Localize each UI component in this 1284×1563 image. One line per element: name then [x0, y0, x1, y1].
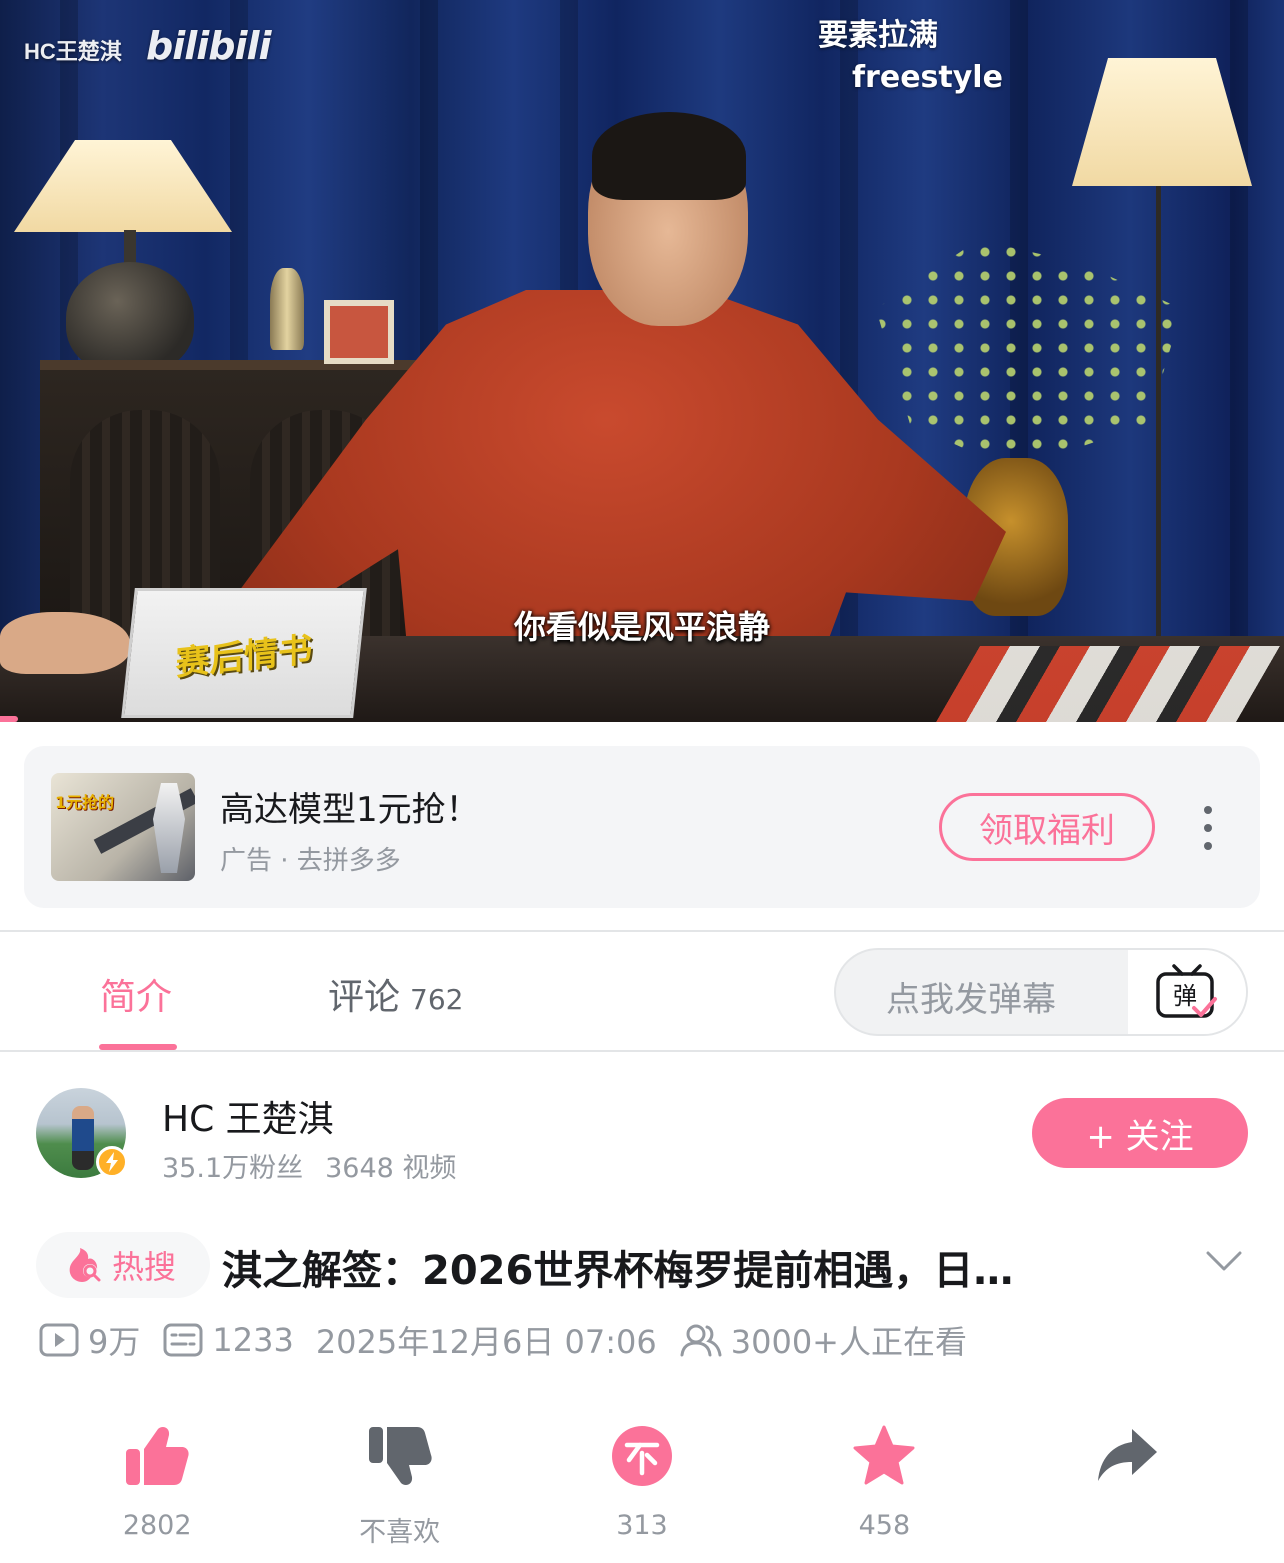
thumbs-up-icon — [126, 1427, 189, 1485]
hot-search-tag[interactable]: 热搜 — [36, 1232, 210, 1298]
dot — [1204, 806, 1212, 814]
like-button[interactable]: 2802 — [36, 1420, 278, 1550]
dislike-button[interactable]: 不喜欢 — [278, 1420, 520, 1550]
video-title[interactable]: 淇之解签：2026世界杯梅罗提前相遇，日… — [222, 1238, 1182, 1296]
uploader-name[interactable]: HC 王楚淇 — [162, 1090, 334, 1142]
picture-frame — [324, 300, 394, 364]
presenter-hair — [592, 112, 746, 200]
share-button[interactable] — [1006, 1420, 1248, 1550]
video-count: 3648 视频 — [325, 1153, 457, 1184]
coin-count: 313 — [616, 1510, 668, 1541]
ad-subtitle: 广告 · 去拼多多 — [220, 846, 401, 876]
ad-thumb-badge: 1元抢的 — [55, 793, 115, 812]
danmaku-count-icon — [163, 1323, 203, 1357]
danmaku-count-value: 1233 — [212, 1321, 294, 1359]
floor-lamp-shade — [1072, 58, 1252, 186]
claim-benefit-button[interactable]: 领取福利 — [939, 793, 1155, 861]
ad-card[interactable]: 1元抢的 高达模型1元抢！ 广告 · 去拼多多 领取福利 — [24, 746, 1260, 908]
trophy — [270, 268, 304, 350]
action-bar: 2802 不喜欢 313 458 — [36, 1420, 1248, 1550]
coin-icon — [611, 1426, 672, 1486]
follow-button[interactable]: + 关注 — [1032, 1098, 1248, 1168]
video-meta: 9万 1233 2025年12月6日 07:06 3000+人正在看 — [38, 1318, 967, 1362]
share-arrow-icon — [1097, 1429, 1157, 1481]
lightning-badge-icon — [96, 1146, 128, 1178]
channel-watermark: HC王楚淇 — [24, 39, 122, 64]
thumbs-down-icon — [368, 1427, 432, 1485]
coin-button[interactable]: 313 — [521, 1420, 763, 1550]
divider — [0, 930, 1284, 932]
table-lamp-base — [66, 262, 194, 374]
coin-icon-wrap — [606, 1420, 678, 1492]
dislike-icon-wrap — [364, 1420, 436, 1492]
danmaku-input[interactable]: 点我发弹幕 弹 — [834, 948, 1248, 1036]
watching-now-value: 3000+人正在看 — [730, 1323, 967, 1361]
hot-search-icon — [69, 1248, 101, 1282]
danmaku-glyph: 弹 — [1173, 982, 1197, 1010]
playback-progress[interactable] — [0, 716, 18, 722]
more-options-icon[interactable] — [1196, 806, 1220, 850]
hot-search-label: 热搜 — [112, 1248, 177, 1286]
ad-title[interactable]: 高达模型1元抢！ — [220, 782, 480, 831]
tab-comments-label: 评论 — [328, 977, 401, 1018]
viewers-icon — [680, 1324, 722, 1357]
expand-chevron-icon[interactable] — [1204, 1248, 1244, 1278]
play-count-value: 9万 — [88, 1323, 141, 1361]
danmaku-tv-icon: 弹 — [1156, 964, 1217, 1018]
play-count: 9万 — [38, 1317, 140, 1363]
video-subtitle: 你看似是风平浪静 — [513, 608, 770, 646]
avatar-player — [72, 1106, 94, 1170]
share-icon-wrap — [1091, 1420, 1163, 1492]
tab-comments[interactable]: 评论 762 — [328, 968, 463, 1020]
favorite-button[interactable]: 458 — [763, 1420, 1005, 1550]
dot — [1204, 842, 1212, 850]
favorite-icon-wrap — [848, 1420, 920, 1492]
lightning-icon — [106, 1152, 118, 1172]
ad-thumbnail[interactable]: 1元抢的 — [51, 773, 195, 881]
newspaper — [936, 646, 1280, 722]
tab-intro[interactable]: 简介 — [100, 968, 172, 1020]
divider — [0, 1050, 1284, 1052]
table-lamp-shade — [14, 140, 232, 232]
overlay-caption-2: freestyle — [852, 60, 1003, 95]
comments-count: 762 — [410, 983, 464, 1016]
table-lamp-neck — [124, 230, 136, 266]
follower-count: 35.1万粉丝 — [162, 1153, 304, 1184]
publish-date-value: 2025年12月6日 07:06 — [315, 1323, 657, 1361]
danmaku-count: 1233 — [162, 1321, 294, 1359]
dot — [1204, 824, 1212, 832]
watching-now: 3000+人正在看 — [679, 1317, 967, 1363]
bilibili-watermark: bilibili — [146, 24, 272, 68]
danmaku-placeholder: 点我发弹幕 — [886, 980, 1056, 1020]
overlay-caption-1: 要素拉满 — [818, 18, 938, 53]
like-icon-wrap — [121, 1420, 193, 1492]
chevron-down-icon — [1206, 1251, 1242, 1271]
uploader-stats: 35.1万粉丝 3648 视频 — [162, 1146, 456, 1185]
star-icon — [853, 1425, 915, 1485]
play-count-icon — [39, 1323, 79, 1357]
dislike-label: 不喜欢 — [359, 1517, 441, 1548]
danmaku-toggle-button[interactable]: 弹 — [1128, 950, 1246, 1034]
like-count: 2802 — [122, 1510, 192, 1541]
favorite-count: 458 — [858, 1510, 911, 1541]
publish-date: 2025年12月6日 07:06 — [316, 1317, 657, 1363]
video-player[interactable]: 赛后情书 HC王楚淇 bilibili 要素拉满 freestyle 你看似是风… — [0, 0, 1284, 722]
